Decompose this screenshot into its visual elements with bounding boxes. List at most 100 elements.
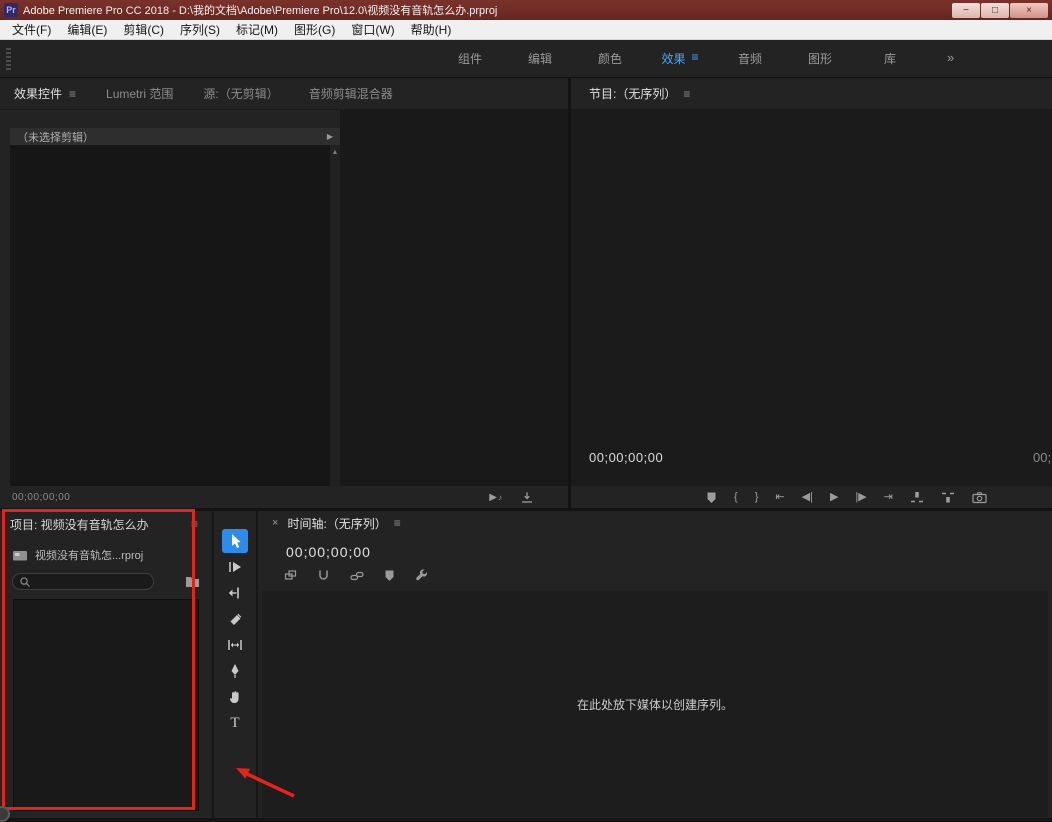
tab-lumetri-scopes[interactable]: Lumetri 范围: [106, 85, 173, 102]
linked-selection-icon[interactable]: [350, 570, 364, 582]
track-select-forward-tool[interactable]: [222, 555, 248, 579]
mark-out-button[interactable]: }: [755, 491, 759, 503]
menu-help[interactable]: 帮助(H): [403, 20, 460, 39]
project-panel-title[interactable]: 项目: 视频没有音轨怎么办: [10, 516, 149, 533]
export-icon[interactable]: [520, 491, 534, 504]
timeline-settings-wrench-icon[interactable]: [415, 569, 428, 582]
go-to-out-button[interactable]: ⇥: [884, 491, 893, 503]
workspace-tab-editing[interactable]: 编辑: [505, 50, 575, 67]
clip-status-bar: （未选择剪辑） ▶: [10, 128, 340, 145]
menu-edit[interactable]: 编辑(E): [59, 20, 115, 39]
transport-controls: { } ⇤ ◀| ▶ |▶ ⇥: [571, 486, 1052, 508]
type-tool[interactable]: T: [222, 711, 248, 735]
panel-grip-icon: [6, 48, 11, 70]
window-title: Adobe Premiere Pro CC 2018 - D:\我的文档\Ado…: [23, 5, 498, 17]
program-timecode[interactable]: 00;00;00;00: [589, 450, 663, 465]
tab-effect-controls[interactable]: 效果控件 ≡: [14, 85, 76, 102]
step-forward-button[interactable]: |▶: [855, 491, 866, 503]
snap-icon[interactable]: [317, 569, 330, 582]
panel-menu-icon[interactable]: ≡: [394, 516, 401, 530]
expand-arrow-icon[interactable]: ▶: [327, 132, 333, 141]
panel-menu-icon[interactable]: ≡: [69, 87, 76, 101]
timeline-drop-zone[interactable]: 在此处放下媒体以创建序列。: [262, 591, 1048, 817]
slip-tool[interactable]: [222, 633, 248, 657]
search-field[interactable]: [12, 573, 154, 590]
workspace-tab-label: 编辑: [527, 52, 552, 66]
workspace-tab-assembly[interactable]: 组件: [435, 50, 505, 67]
project-panel-header: 项目: 视频没有音轨怎么办 ≡: [0, 511, 212, 537]
menu-window[interactable]: 窗口(W): [343, 20, 402, 39]
project-item-label: 视频没有音轨怎...rproj: [35, 550, 144, 562]
workspace-menu-icon[interactable]: ≡: [692, 50, 699, 67]
type-tool-icon: T: [230, 714, 240, 731]
project-panel: 项目: 视频没有音轨怎么办 ≡ 视频没有音轨怎...rproj: [0, 508, 212, 818]
menu-sequence[interactable]: 序列(S): [172, 20, 228, 39]
go-to-in-button[interactable]: ⇤: [775, 491, 784, 503]
workspace-tabs: 组件 编辑 颜色 效果 ≡ 音频 图形 库 »: [435, 50, 954, 67]
timeline-panel: × 时间轴:（无序列） ≡ 00;00;00;00 在此处放下媒体以创建序列。: [258, 508, 1052, 818]
project-root-item[interactable]: 视频没有音轨怎...rproj: [0, 545, 212, 565]
search-input[interactable]: [35, 575, 147, 588]
pen-icon: [231, 664, 239, 678]
premiere-app-window: Pr Adobe Premiere Pro CC 2018 - D:\我的文档\…: [0, 0, 1052, 822]
play-audio-icon[interactable]: ▶ ♪: [489, 492, 502, 503]
tools-panel: T: [212, 508, 258, 818]
workspace-tab-label: 颜色: [597, 52, 622, 66]
panel-menu-icon[interactable]: ≡: [683, 87, 690, 101]
selection-tool[interactable]: [222, 529, 248, 553]
workspace-tab-effects[interactable]: 效果 ≡: [645, 50, 715, 67]
mark-in-button[interactable]: {: [734, 491, 738, 503]
menu-file[interactable]: 文件(F): [4, 20, 59, 39]
extract-icon[interactable]: [941, 491, 955, 504]
effect-controls-footer-icons: ▶ ♪: [489, 491, 534, 504]
menu-bar: 文件(F) 编辑(E) 剪辑(C) 序列(S) 标记(M) 图形(G) 窗口(W…: [0, 20, 1052, 40]
search-options-icon[interactable]: [185, 575, 200, 588]
add-marker-icon[interactable]: [706, 491, 717, 504]
tab-label: Lumetri 范围: [106, 87, 174, 101]
workspace-overflow-chevron-icon[interactable]: »: [947, 50, 954, 67]
program-duration-timecode[interactable]: 00;: [1033, 450, 1051, 465]
play-button[interactable]: ▶: [830, 491, 838, 503]
nest-icon[interactable]: [284, 569, 297, 582]
razor-tool[interactable]: [222, 607, 248, 631]
ripple-edit-tool[interactable]: [222, 581, 248, 605]
workspace-tab-graphics[interactable]: 图形: [785, 50, 855, 67]
effect-controls-footer: 00;00;00;00 ▶ ♪: [0, 486, 568, 508]
effect-controls-timecode[interactable]: 00;00;00;00: [12, 492, 70, 503]
close-button[interactable]: ×: [1010, 2, 1048, 18]
pen-tool[interactable]: [222, 659, 248, 683]
menu-clip[interactable]: 剪辑(C): [115, 20, 172, 39]
timeline-drop-message: 在此处放下媒体以创建序列。: [576, 697, 733, 712]
hand-tool[interactable]: [222, 685, 248, 709]
maximize-button[interactable]: □: [981, 2, 1009, 18]
program-monitor-panel: 节目:（无序列） ≡ 00;00;00;00 00; { } ⇤ ◀| ▶ |▶…: [568, 78, 1052, 508]
close-tab-icon[interactable]: ×: [272, 517, 278, 529]
tab-audio-clip-mixer[interactable]: 音频剪辑混合器: [309, 85, 393, 102]
workspace-tab-label: 效果: [661, 52, 686, 66]
panel-menu-icon[interactable]: ≡: [191, 517, 198, 531]
workspace-tab-libraries[interactable]: 库: [855, 50, 925, 67]
step-back-button[interactable]: ◀|: [802, 491, 813, 503]
workspace-tab-color[interactable]: 颜色: [575, 50, 645, 67]
lift-icon[interactable]: [910, 491, 924, 504]
razor-icon: [230, 613, 241, 625]
selection-tool-icon: [231, 534, 240, 548]
project-items-list[interactable]: [13, 599, 199, 811]
menu-markers[interactable]: 标记(M): [228, 20, 286, 39]
timeline-timecode[interactable]: 00;00;00;00: [286, 544, 371, 560]
scroll-up-icon[interactable]: ▲: [330, 145, 340, 156]
menu-graphics[interactable]: 图形(G): [286, 20, 343, 39]
workspace-bar: 组件 编辑 颜色 效果 ≡ 音频 图形 库 »: [0, 40, 1052, 78]
minimize-button[interactable]: −: [952, 2, 980, 18]
tab-source-monitor[interactable]: 源:（无剪辑）: [203, 85, 278, 102]
window-controls: − □ ×: [952, 2, 1048, 18]
export-frame-icon[interactable]: [972, 491, 987, 504]
workspace-tab-label: 组件: [457, 52, 482, 66]
workspace-tab-audio[interactable]: 音频: [715, 50, 785, 67]
add-marker-icon[interactable]: [384, 569, 395, 582]
scrollbar[interactable]: ▲: [330, 145, 340, 486]
workspace-tab-label: 库: [883, 52, 896, 66]
tab-timeline[interactable]: 时间轴:（无序列） ≡: [287, 515, 400, 532]
title-bar: Pr Adobe Premiere Pro CC 2018 - D:\我的文档\…: [0, 0, 1052, 20]
tab-program-monitor[interactable]: 节目:（无序列） ≡: [589, 85, 690, 102]
